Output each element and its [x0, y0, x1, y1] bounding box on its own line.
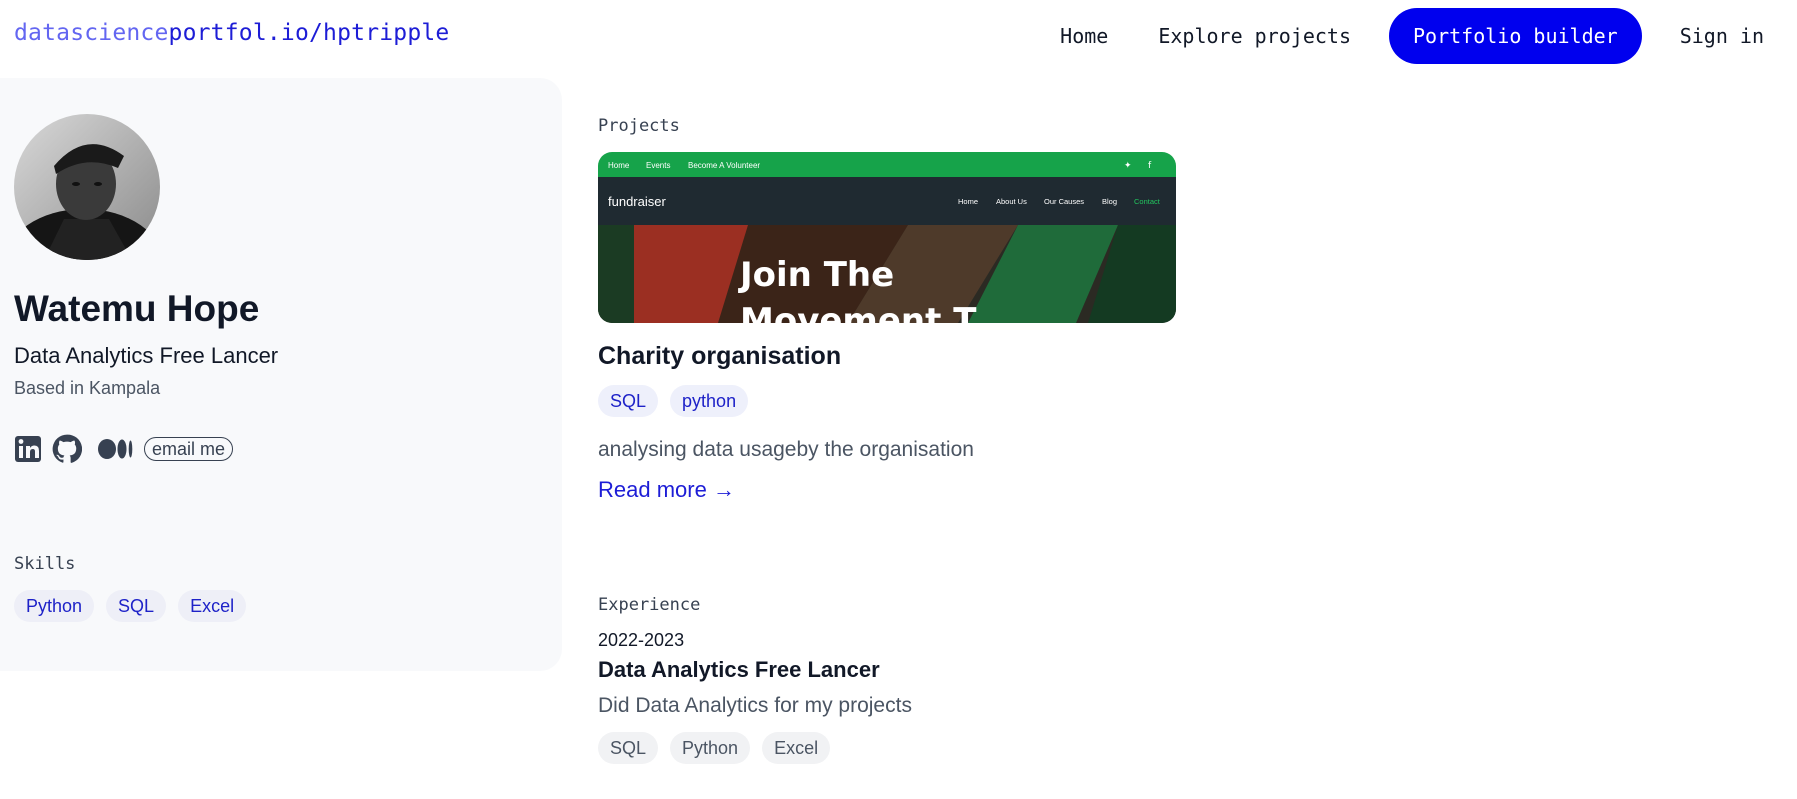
experience-label: Experience — [598, 595, 701, 615]
projects-label: Projects — [598, 116, 680, 136]
profile-sidebar: Watemu Hope Data Analytics Free Lancer B… — [0, 78, 562, 671]
thumb-menu-item: Our Causes — [1044, 197, 1084, 206]
skills-tags: Python SQL Excel — [14, 590, 258, 622]
nav-explore-link[interactable]: Explore projects — [1133, 24, 1376, 48]
profile-location: Based in Kampala — [14, 378, 161, 398]
project-thumbnail[interactable]: Home Events Become A Volunteer ✦ f fundr… — [598, 152, 1176, 323]
nav-links: Home Explore projects Portfolio builder … — [1035, 8, 1797, 64]
site-brand-link[interactable]: datascienceportfol.io/hptripple — [14, 20, 449, 46]
thumb-menu-item: About Us — [996, 197, 1027, 206]
top-nav: datascienceportfol.io/hptripple Home Exp… — [0, 0, 1797, 72]
twitter-icon: ✦ — [1124, 161, 1132, 171]
avatar — [14, 114, 160, 260]
nav-home-link[interactable]: Home — [1035, 24, 1133, 48]
linkedin-icon[interactable] — [14, 435, 42, 463]
project-tags: SQL python — [598, 385, 760, 417]
thumb-top-link: Events — [646, 161, 670, 170]
experience-title: Data Analytics Free Lancer — [598, 657, 880, 682]
social-links: email me — [14, 434, 234, 464]
thumb-menu-item: Contact — [1134, 197, 1161, 206]
experience-tags: SQL Python Excel — [598, 732, 842, 764]
experience-tag: Python — [670, 732, 751, 764]
thumb-topbar — [598, 152, 1176, 177]
sign-in-link[interactable]: Sign in — [1655, 24, 1797, 48]
project-tag: python — [670, 385, 749, 417]
thumb-navbar — [598, 177, 1176, 225]
experience-tag: SQL — [598, 732, 659, 764]
thumb-site-name: fundraiser — [608, 194, 666, 209]
thumb-hero-text: Join The — [738, 255, 894, 295]
brand-prefix: datascience — [14, 20, 169, 46]
experience-description: Did Data Analytics for my projects — [598, 694, 912, 717]
email-me-button[interactable]: email me — [144, 437, 234, 461]
github-icon[interactable] — [52, 434, 82, 464]
experience-tag: Excel — [762, 732, 831, 764]
thumb-top-link: Become A Volunteer — [688, 161, 760, 170]
experience-years: 2022-2023 — [598, 630, 685, 650]
project-tag: SQL — [598, 385, 659, 417]
project-title[interactable]: Charity organisation — [598, 342, 841, 371]
thumb-top-link: Home — [608, 161, 630, 170]
medium-icon[interactable] — [98, 437, 134, 461]
skills-label: Skills — [14, 554, 76, 574]
skill-tag: Python — [14, 590, 95, 622]
project-description: analysing data usageby the organisation — [598, 438, 974, 461]
profile-role: Data Analytics Free Lancer — [14, 343, 279, 368]
thumb-menu-item: Blog — [1102, 197, 1117, 206]
thumb-hero-text-cut: Movement T — [740, 301, 977, 323]
profile-name: Watemu Hope — [14, 288, 260, 329]
avatar-photo — [14, 114, 160, 260]
skill-tag: Excel — [178, 590, 247, 622]
brand-suffix: portfol.io/hptripple — [168, 20, 450, 46]
skill-tag: SQL — [106, 590, 167, 622]
read-more-link[interactable]: Read more → — [598, 477, 735, 503]
portfolio-builder-button[interactable]: Portfolio builder — [1389, 8, 1642, 64]
thumb-menu-item: Home — [958, 197, 978, 206]
